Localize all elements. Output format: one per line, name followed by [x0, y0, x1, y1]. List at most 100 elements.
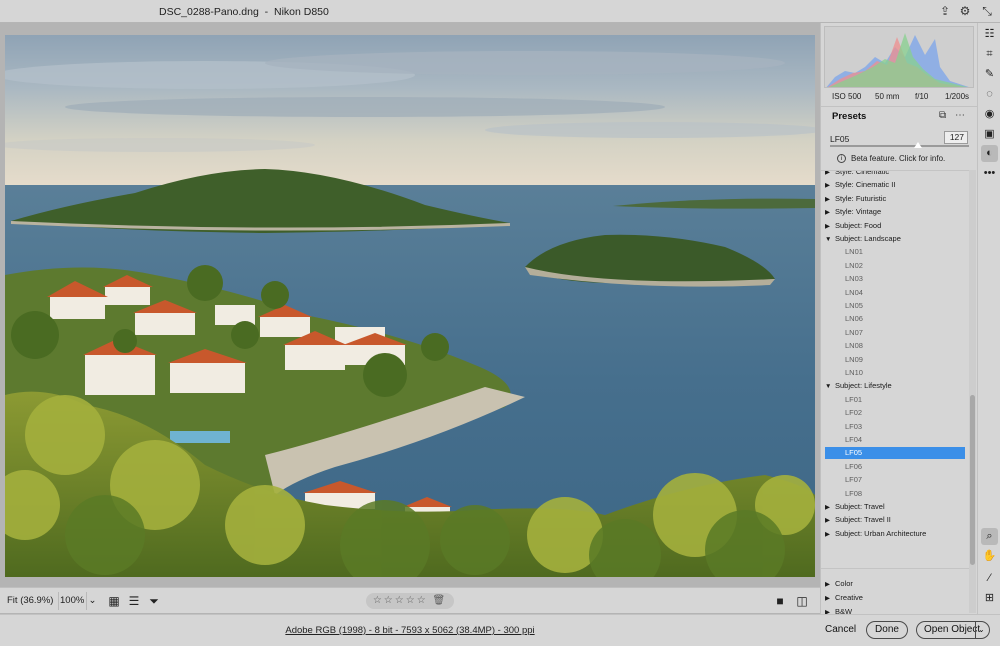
preset-item[interactable]: LF08 [825, 488, 965, 500]
zoom-100-button[interactable]: 100% [55, 592, 89, 610]
preset-category[interactable]: ▶ Color [825, 578, 965, 590]
snapshots-icon[interactable]: ▣ [981, 126, 998, 143]
preset-group[interactable]: ▶ Style: Futuristic [825, 193, 965, 205]
export-icon[interactable]: ⇪ [938, 4, 952, 18]
beta-info[interactable]: i Beta feature. Click for info. [821, 153, 977, 167]
disclosure-collapsed-icon[interactable]: ▶ [825, 515, 835, 527]
preset-item[interactable]: LF06 [825, 461, 965, 473]
more-icon[interactable]: ••• [981, 165, 998, 182]
crop-icon[interactable]: ⌗ [981, 46, 998, 63]
preset-amount-slider[interactable] [830, 142, 969, 148]
preset-item[interactable]: LN01 [825, 246, 965, 258]
filmstrip-icon[interactable]: ▦ [106, 593, 122, 609]
cancel-button[interactable]: Cancel [817, 621, 864, 639]
disclosure-collapsed-icon[interactable]: ▶ [825, 607, 835, 614]
star-rating[interactable]: ☆☆☆☆☆ 🗑 [366, 593, 454, 609]
red-eye-icon[interactable]: ◉ [981, 106, 998, 123]
preset-label: LF07 [845, 475, 863, 485]
scrollbar-thumb[interactable] [970, 395, 975, 565]
masking-icon[interactable]: ◌ [981, 86, 998, 103]
presets-title: Presets [832, 111, 867, 122]
edit-sliders-icon[interactable]: ☷ [981, 26, 998, 43]
rating-stars[interactable]: ☆☆☆☆☆ [373, 595, 428, 606]
stop-icon[interactable]: ■ [772, 593, 788, 609]
disclosure-collapsed-icon[interactable]: ▶ [825, 579, 835, 591]
gear-icon[interactable]: ⚙ [958, 4, 972, 18]
preset-item[interactable]: LN03 [825, 273, 965, 285]
preset-label: LN03 [845, 274, 863, 284]
open-object-button[interactable]: Open Object ⌄ [916, 621, 990, 639]
preset-amount-field[interactable]: 127 [944, 131, 968, 144]
color-sampler-icon[interactable]: ⁄ [981, 570, 998, 587]
exif-info: ISO 500 50 mm f/10 1/200s [821, 90, 977, 104]
preset-item[interactable]: LF05 [825, 447, 965, 460]
preset-label: LF04 [845, 435, 863, 444]
disclosure-collapsed-icon[interactable]: ▶ [825, 593, 835, 605]
done-button[interactable]: Done [866, 621, 908, 639]
info-icon[interactable]: i [837, 154, 846, 163]
preset-item[interactable]: LF02 [825, 407, 965, 419]
preset-item[interactable]: LN02 [825, 260, 965, 272]
disclosure-collapsed-icon[interactable]: ▶ [825, 180, 835, 192]
chevron-down-icon[interactable]: ⌄ [978, 622, 985, 638]
preset-list-scrollbar[interactable] [969, 170, 976, 613]
disclosure-collapsed-icon[interactable]: ▶ [825, 194, 835, 206]
preset-item[interactable]: LN07 [825, 327, 965, 339]
disclosure-collapsed-icon[interactable]: ▶ [825, 221, 835, 233]
preset-list[interactable]: ▶ Style: Cinematic ▶ Style: Cinematic II ▶ St… [821, 170, 969, 567]
photo-preview[interactable] [5, 35, 815, 577]
preset-item[interactable]: LN05 [825, 300, 965, 312]
preset-category[interactable]: ▶ Creative [825, 592, 965, 604]
preset-group[interactable]: ▼ Subject: Lifestyle [825, 380, 965, 392]
preset-item[interactable]: LF01 [825, 394, 965, 406]
preset-group[interactable]: ▶ Subject: Travel [825, 501, 965, 513]
preset-label: Subject: Urban Architecture [835, 528, 927, 538]
preset-item[interactable]: LF04 [825, 434, 965, 446]
slider-thumb[interactable] [914, 142, 923, 148]
aperture-value: f/10 [915, 92, 929, 101]
presets-icon[interactable]: ◐ [981, 145, 998, 162]
preset-item[interactable]: LN08 [825, 340, 965, 352]
preset-item[interactable]: LN09 [825, 354, 965, 366]
preset-item[interactable]: LN06 [825, 313, 965, 325]
filter-icon[interactable]: ⏷ [146, 593, 162, 609]
zoom-dropdown-chevron-icon[interactable]: ⌄ [86, 592, 98, 610]
before-after-icon[interactable]: ◫ [794, 593, 810, 609]
collapse-icon[interactable]: ⤡ [980, 4, 994, 18]
zoom-fit-button[interactable]: Fit (36.9%) [2, 592, 60, 610]
preset-item[interactable]: LN04 [825, 287, 965, 299]
disclosure-expanded-icon[interactable]: ▼ [825, 381, 835, 393]
preset-item[interactable]: LF07 [825, 474, 965, 486]
preset-group[interactable]: ▶ Subject: Travel II [825, 514, 965, 526]
preset-category[interactable]: ▶ B&W [825, 606, 965, 614]
grid-overlay-icon[interactable]: ⊞ [981, 590, 998, 607]
healing-brush-icon[interactable]: ✎ [981, 66, 998, 83]
image-canvas[interactable] [0, 23, 820, 586]
beta-note[interactable]: Beta feature. Click for info. [851, 154, 945, 163]
disclosure-collapsed-icon[interactable]: ▶ [825, 502, 835, 514]
sort-icon[interactable]: ☰ [126, 593, 142, 609]
preset-group[interactable]: ▶ Subject: Food [825, 220, 965, 232]
preset-group[interactable]: ▶ Style: Cinematic II [825, 179, 965, 191]
preset-group[interactable]: ▶ Subject: Urban Architecture [825, 528, 965, 540]
presets-header: Presets ⧉ ⋯ [821, 106, 977, 124]
preset-item[interactable]: LN10 [825, 367, 965, 379]
preset-group-list[interactable]: ▶Color▶Creative▶B&W▶Portraits [821, 568, 969, 614]
disclosure-expanded-icon[interactable]: ▼ [825, 234, 835, 246]
new-preset-icon[interactable]: ⧉ [939, 110, 946, 121]
preset-item[interactable]: LF03 [825, 421, 965, 433]
iso-value: ISO 500 [832, 92, 862, 101]
preset-group[interactable]: ▼ Subject: Landscape [825, 233, 965, 245]
histogram[interactable] [824, 26, 974, 88]
preset-label: Style: Futuristic [835, 193, 887, 203]
more-options-icon[interactable]: ⋯ [955, 110, 965, 121]
hand-icon[interactable]: ✋ [981, 548, 998, 565]
preset-group[interactable]: ▶ Style: Cinematic [825, 171, 965, 179]
file-info-link[interactable]: Adobe RGB (1998) - 8 bit - 7593 x 5062 (… [0, 625, 820, 636]
trash-icon[interactable]: 🗑 [432, 595, 447, 606]
disclosure-collapsed-icon[interactable]: ▶ [825, 171, 835, 179]
zoom-icon[interactable]: ⌕ [981, 528, 998, 545]
disclosure-collapsed-icon[interactable]: ▶ [825, 207, 835, 219]
disclosure-collapsed-icon[interactable]: ▶ [825, 529, 835, 541]
preset-group[interactable]: ▶ Style: Vintage [825, 206, 965, 218]
